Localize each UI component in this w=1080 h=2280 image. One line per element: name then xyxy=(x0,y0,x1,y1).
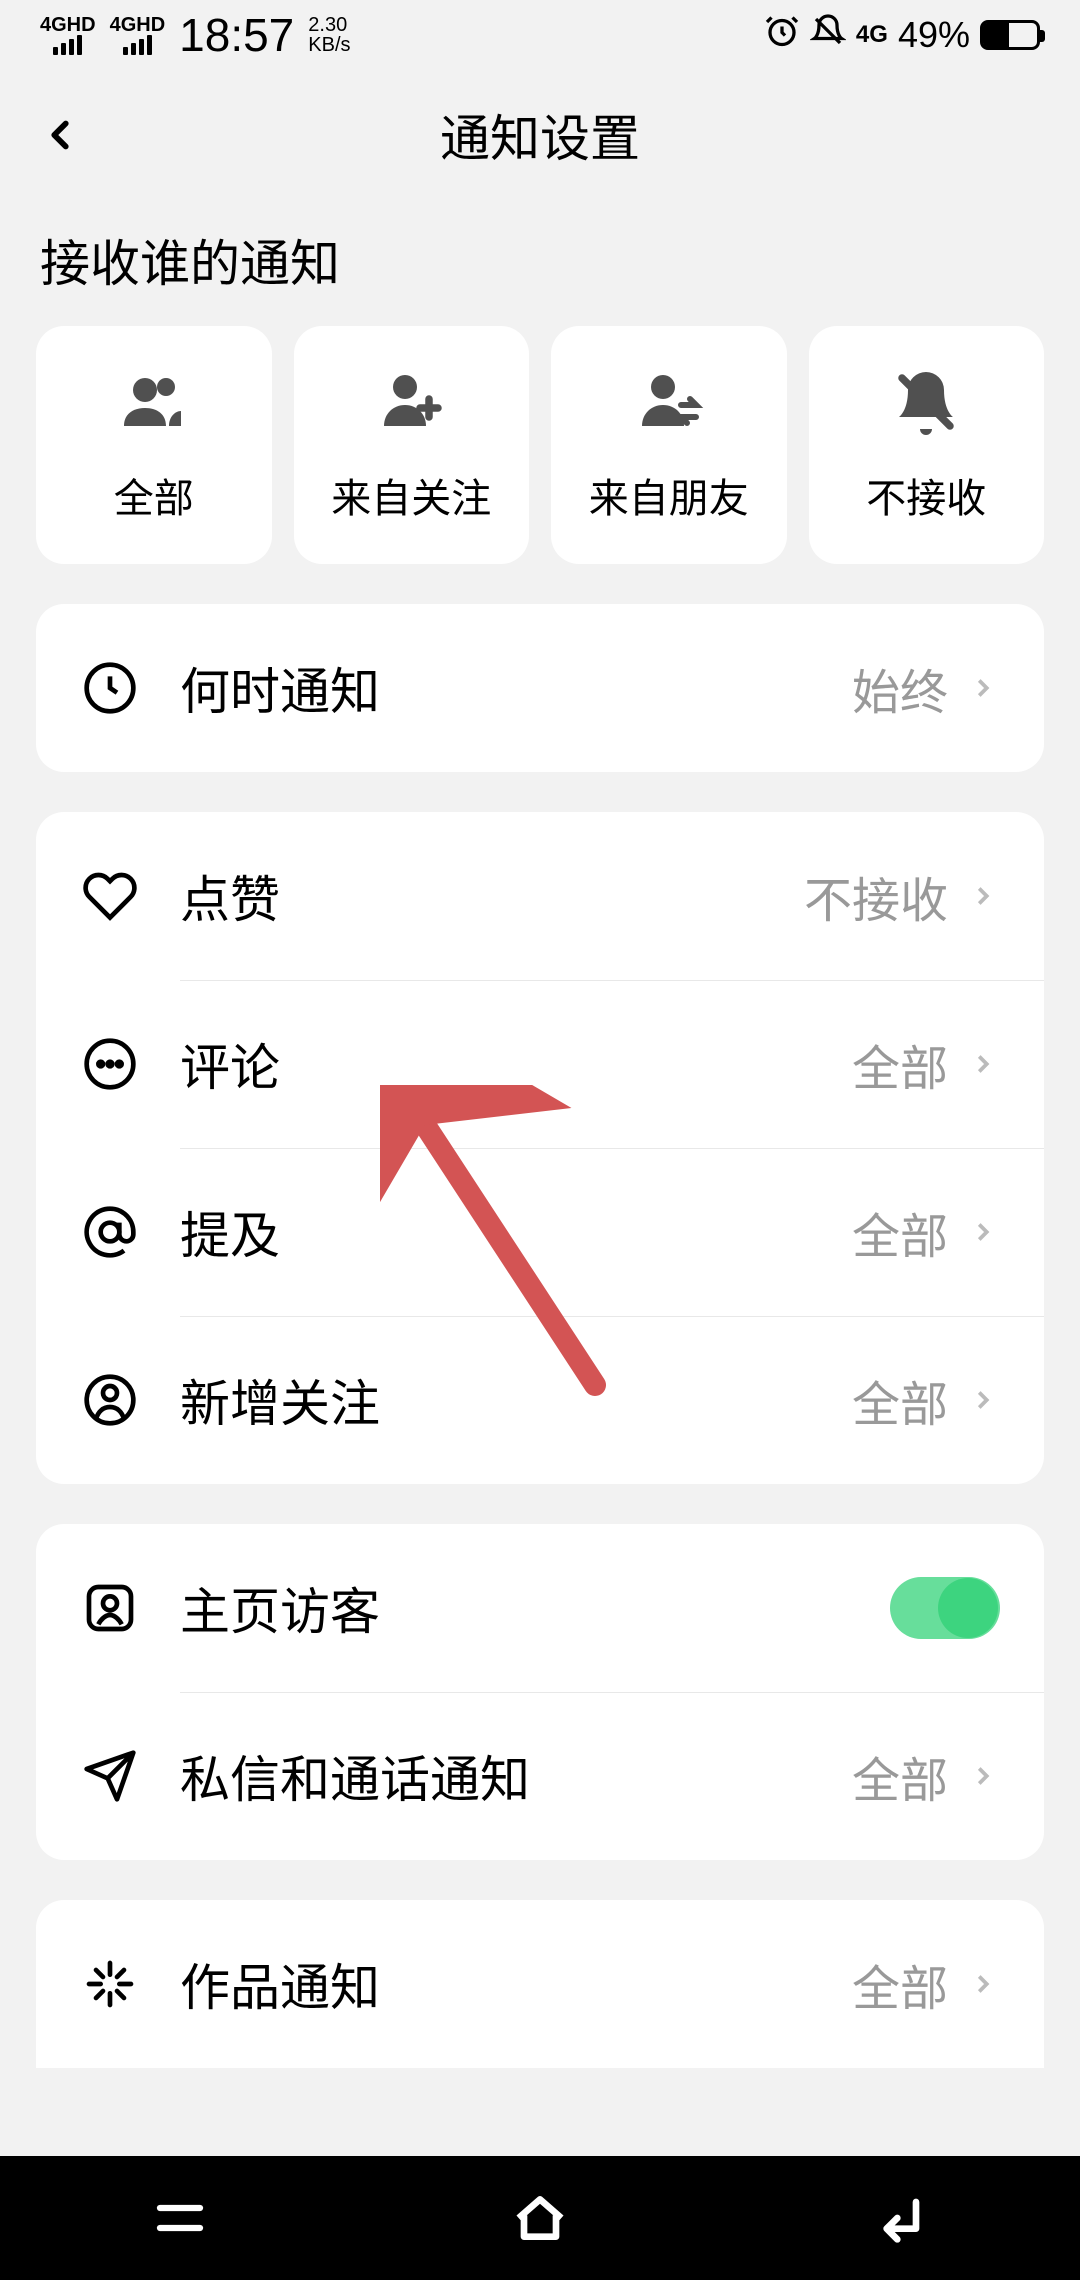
row-mention[interactable]: 提及 全部 xyxy=(36,1148,1044,1316)
new-follow-label: 新增关注 xyxy=(180,1364,852,1436)
signal-label-2: 4GHD xyxy=(110,15,166,35)
card-interactions: 点赞 不接收 评论 全部 提及 全部 新增关注 全部 xyxy=(36,812,1044,1484)
person-exchange-icon xyxy=(633,366,705,438)
row-dm[interactable]: 私信和通话通知 全部 xyxy=(36,1692,1044,1860)
when-label: 何时通知 xyxy=(180,652,852,724)
filter-none-label: 不接收 xyxy=(866,466,986,524)
page-title: 通知设置 xyxy=(440,99,640,171)
row-works[interactable]: 作品通知 全部 xyxy=(36,1900,1044,2068)
chevron-right-icon xyxy=(966,1215,1000,1249)
status-right: 4G 49% xyxy=(764,13,1040,57)
mention-value: 全部 xyxy=(852,1197,948,1267)
filter-all[interactable]: 全部 xyxy=(36,326,272,564)
nav-recent-button[interactable] xyxy=(140,2178,220,2258)
signal-1: 4GHD xyxy=(40,15,96,55)
battery-pct: 49% xyxy=(898,14,970,56)
at-icon xyxy=(80,1202,140,1262)
speed-num: 2.30 xyxy=(308,15,350,35)
person-circle-icon xyxy=(80,1370,140,1430)
row-new-follow[interactable]: 新增关注 全部 xyxy=(36,1316,1044,1484)
filter-friends-label: 来自朋友 xyxy=(589,466,749,524)
card-works: 作品通知 全部 xyxy=(36,1900,1044,2068)
send-icon xyxy=(80,1746,140,1806)
comment-label: 评论 xyxy=(180,1028,852,1100)
status-bar: 4GHD 4GHD 18:57 2.30 KB/s 4G 49% xyxy=(0,0,1080,70)
card-when: 何时通知 始终 xyxy=(36,604,1044,772)
clock-icon xyxy=(80,658,140,718)
sparkle-icon xyxy=(80,1954,140,2014)
section-title: 接收谁的通知 xyxy=(0,200,1080,326)
network-label: 4G xyxy=(856,21,888,49)
speed-unit: KB/s xyxy=(308,35,350,55)
comment-value: 全部 xyxy=(852,1029,948,1099)
chevron-right-icon xyxy=(966,879,1000,913)
card-visitor: 主页访客 私信和通话通知 全部 xyxy=(36,1524,1044,1860)
status-speed: 2.30 KB/s xyxy=(308,15,350,55)
visitor-label: 主页访客 xyxy=(180,1572,890,1644)
dm-label: 私信和通话通知 xyxy=(180,1740,852,1812)
chevron-right-icon xyxy=(966,1759,1000,1793)
bell-off-icon xyxy=(810,13,846,57)
filter-follow-label: 来自关注 xyxy=(331,466,491,524)
profile-card-icon xyxy=(80,1578,140,1638)
chevron-right-icon xyxy=(966,1047,1000,1081)
filter-from-follow[interactable]: 来自关注 xyxy=(294,326,530,564)
alarm-icon xyxy=(764,13,800,57)
nav-back-button[interactable] xyxy=(860,2178,940,2258)
chevron-right-icon xyxy=(966,1967,1000,2001)
row-like[interactable]: 点赞 不接收 xyxy=(36,812,1044,980)
system-nav-bar xyxy=(0,2156,1080,2280)
row-visitor[interactable]: 主页访客 xyxy=(36,1524,1044,1692)
battery-icon xyxy=(980,20,1040,50)
row-comment[interactable]: 评论 全部 xyxy=(36,980,1044,1148)
new-follow-value: 全部 xyxy=(852,1365,948,1435)
signal-2: 4GHD xyxy=(110,15,166,55)
bell-slash-icon xyxy=(890,366,962,438)
nav-home-button[interactable] xyxy=(500,2178,580,2258)
heart-icon xyxy=(80,866,140,926)
person-plus-icon xyxy=(375,366,447,438)
row-when[interactable]: 何时通知 始终 xyxy=(36,604,1044,772)
dm-value: 全部 xyxy=(852,1741,948,1811)
like-label: 点赞 xyxy=(180,860,804,932)
chevron-right-icon xyxy=(966,1383,1000,1417)
visitor-toggle[interactable] xyxy=(890,1577,1000,1639)
chevron-right-icon xyxy=(966,671,1000,705)
header: 通知设置 xyxy=(0,70,1080,200)
filter-all-label: 全部 xyxy=(114,466,194,524)
when-value: 始终 xyxy=(852,653,948,723)
works-value: 全部 xyxy=(852,1949,948,2019)
filter-row: 全部 来自关注 来自朋友 不接收 xyxy=(0,326,1080,564)
signal-label-1: 4GHD xyxy=(40,15,96,35)
status-left: 4GHD 4GHD 18:57 2.30 KB/s xyxy=(40,8,351,62)
filter-from-friends[interactable]: 来自朋友 xyxy=(551,326,787,564)
people-icon xyxy=(118,366,190,438)
mention-label: 提及 xyxy=(180,1196,852,1268)
status-time: 18:57 xyxy=(179,8,294,62)
like-value: 不接收 xyxy=(804,861,948,931)
filter-none[interactable]: 不接收 xyxy=(809,326,1045,564)
back-button[interactable] xyxy=(30,105,90,165)
works-label: 作品通知 xyxy=(180,1948,852,2020)
comment-icon xyxy=(80,1034,140,1094)
